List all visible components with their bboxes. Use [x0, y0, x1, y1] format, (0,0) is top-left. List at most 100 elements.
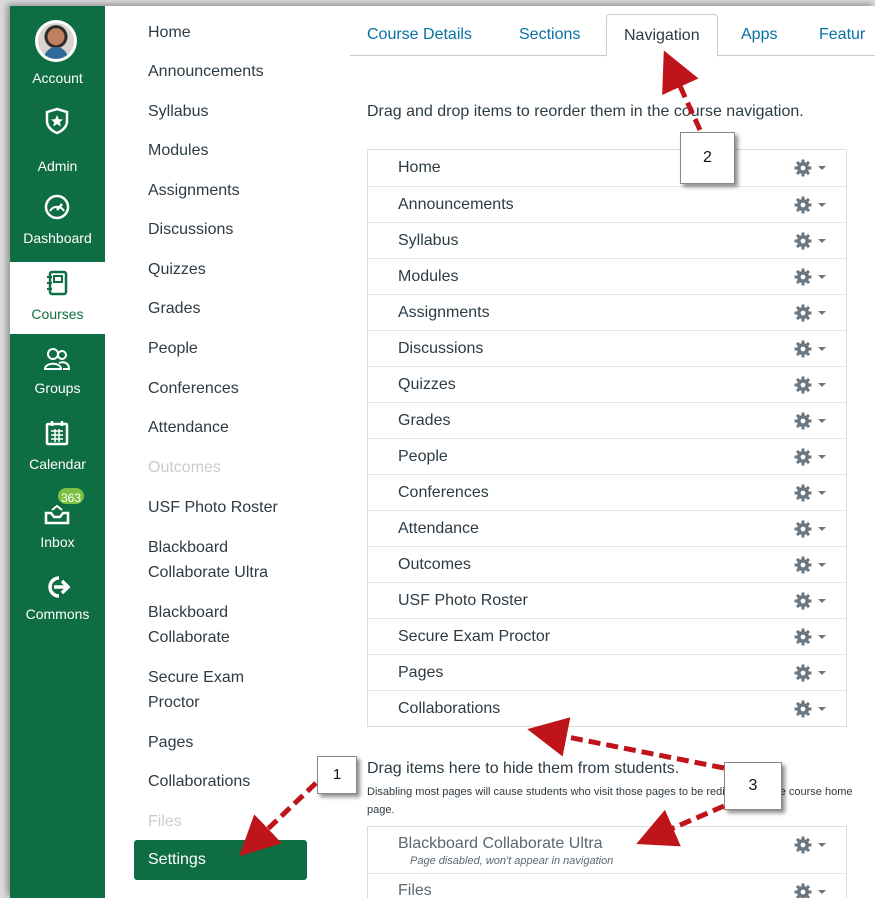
global-nav-inbox[interactable]: 363 Inbox [10, 486, 105, 564]
nav-list-item[interactable]: Pages [368, 654, 846, 690]
tab-features[interactable]: Featur [802, 14, 875, 56]
course-nav-collaborations[interactable]: Collaborations [148, 769, 318, 794]
caret-down-icon [818, 563, 826, 567]
callout-3: 3 [724, 762, 782, 810]
nav-list-item[interactable]: Discussions [368, 330, 846, 366]
item-settings-menu-button[interactable] [794, 304, 828, 322]
item-settings-menu-button[interactable] [794, 556, 828, 574]
global-nav-account[interactable]: Account [10, 6, 105, 86]
nav-list-item-label: Secure Exam Proctor [398, 628, 551, 645]
course-nav-home[interactable]: Home [148, 20, 318, 45]
item-settings-menu-button[interactable] [794, 664, 828, 682]
caret-down-icon [818, 203, 826, 207]
nav-list-item[interactable]: People [368, 438, 846, 474]
global-nav-dashboard[interactable]: Dashboard [10, 184, 105, 254]
item-settings-menu-button[interactable] [794, 232, 828, 250]
nav-list-item-label: Modules [398, 268, 459, 285]
item-settings-menu-button[interactable] [794, 376, 828, 394]
caret-down-icon [818, 419, 826, 423]
nav-list-item[interactable]: Conferences [368, 474, 846, 510]
item-settings-menu-button[interactable] [794, 412, 828, 430]
shield-star-icon [45, 107, 69, 135]
course-nav-quizzes[interactable]: Quizzes [148, 257, 318, 282]
gear-icon [794, 520, 826, 538]
gear-icon [794, 412, 826, 430]
course-nav-outcomes[interactable]: Outcomes [148, 455, 318, 480]
global-nav-groups[interactable]: Groups [10, 340, 105, 410]
course-nav-conferences[interactable]: Conferences [148, 376, 318, 401]
item-settings-menu-button[interactable] [794, 883, 828, 898]
gear-icon [794, 836, 826, 854]
gear-icon [794, 304, 826, 322]
course-nav-blackboard-collaborate-ultra[interactable]: Blackboard Collaborate Ultra [148, 535, 288, 585]
gear-icon [794, 268, 826, 286]
hidden-nav-list: Blackboard Collaborate Ultra Page disable… [367, 826, 847, 898]
callout-1: 1 [317, 756, 357, 794]
nav-list-item[interactable]: Announcements [368, 186, 846, 222]
nav-list-item-label: Syllabus [398, 232, 459, 249]
nav-list-item-label: Home [398, 159, 441, 176]
gear-icon [794, 340, 826, 358]
item-settings-menu-button[interactable] [794, 340, 828, 358]
item-settings-menu-button[interactable] [794, 196, 828, 214]
course-nav-people[interactable]: People [148, 336, 318, 361]
course-nav-attendance[interactable]: Attendance [148, 415, 318, 440]
gear-icon [794, 196, 826, 214]
nav-list-item[interactable]: Assignments [368, 294, 846, 330]
hidden-nav-list-item[interactable]: Blackboard Collaborate Ultra Page disable… [368, 827, 846, 873]
course-nav-syllabus[interactable]: Syllabus [148, 99, 318, 124]
item-settings-menu-button[interactable] [794, 448, 828, 466]
nav-list-item[interactable]: Modules [368, 258, 846, 294]
caret-down-icon [818, 707, 826, 711]
course-nav-discussions[interactable]: Discussions [148, 217, 318, 242]
global-nav-courses[interactable]: Courses [10, 262, 105, 334]
item-settings-menu-button[interactable] [794, 159, 828, 177]
nav-list-item-label: Pages [398, 664, 444, 681]
course-nav-files[interactable]: Files [148, 809, 318, 834]
tab-apps[interactable]: Apps [724, 14, 794, 56]
course-nav-modules[interactable]: Modules [148, 138, 318, 163]
course-nav-usf-photo-roster[interactable]: USF Photo Roster [148, 495, 318, 520]
course-nav-grades[interactable]: Grades [148, 296, 318, 321]
item-settings-menu-button[interactable] [794, 268, 828, 286]
tab-sections[interactable]: Sections [502, 14, 597, 56]
course-nav-blackboard-collaborate[interactable]: Blackboard Collaborate [148, 600, 258, 650]
caret-down-icon [818, 599, 826, 603]
course-nav-assignments[interactable]: Assignments [148, 178, 318, 203]
global-nav-label: Groups [34, 380, 81, 396]
global-nav-commons[interactable]: Commons [10, 572, 105, 642]
hide-items-title: Drag items here to hide them from studen… [367, 760, 680, 777]
nav-list-item[interactable]: Syllabus [368, 222, 846, 258]
navigation-instructions: Drag and drop items to reorder them in t… [367, 103, 804, 120]
nav-list-item[interactable]: Secure Exam Proctor [368, 618, 846, 654]
tab-course-details[interactable]: Course Details [350, 14, 489, 56]
nav-list-item[interactable]: USF Photo Roster [368, 582, 846, 618]
nav-list-item[interactable]: Quizzes [368, 366, 846, 402]
item-settings-menu-button[interactable] [794, 700, 828, 718]
item-settings-menu-button[interactable] [794, 520, 828, 538]
course-nav-pages[interactable]: Pages [148, 730, 318, 755]
course-nav-secure-exam-proctor[interactable]: Secure Exam Proctor [148, 665, 268, 715]
nav-list-item[interactable]: Collaborations [368, 690, 846, 726]
item-settings-menu-button[interactable] [794, 836, 828, 854]
nav-list-item-label: Attendance [398, 520, 479, 537]
nav-list-item[interactable]: Grades [368, 402, 846, 438]
nav-list-item[interactable]: Outcomes [368, 546, 846, 582]
item-settings-menu-button[interactable] [794, 484, 828, 502]
global-nav-label: Courses [31, 306, 84, 322]
caret-down-icon [818, 347, 826, 351]
nav-list-item[interactable]: Home [368, 150, 846, 186]
tab-navigation[interactable]: Navigation [606, 14, 718, 57]
course-nav-announcements[interactable]: Announcements [148, 59, 318, 84]
hidden-nav-list-item[interactable]: Files [368, 873, 846, 898]
nav-list-item[interactable]: Attendance [368, 510, 846, 546]
item-settings-menu-button[interactable] [794, 628, 828, 646]
nav-list-item-label: Discussions [398, 340, 484, 357]
global-nav-calendar[interactable]: Calendar [10, 416, 105, 486]
gear-icon [794, 484, 826, 502]
course-nav-settings[interactable]: Settings [134, 840, 307, 880]
gear-icon [794, 664, 826, 682]
global-nav-admin[interactable]: Admin [10, 94, 105, 174]
global-nav-label: Admin [37, 158, 78, 174]
item-settings-menu-button[interactable] [794, 592, 828, 610]
